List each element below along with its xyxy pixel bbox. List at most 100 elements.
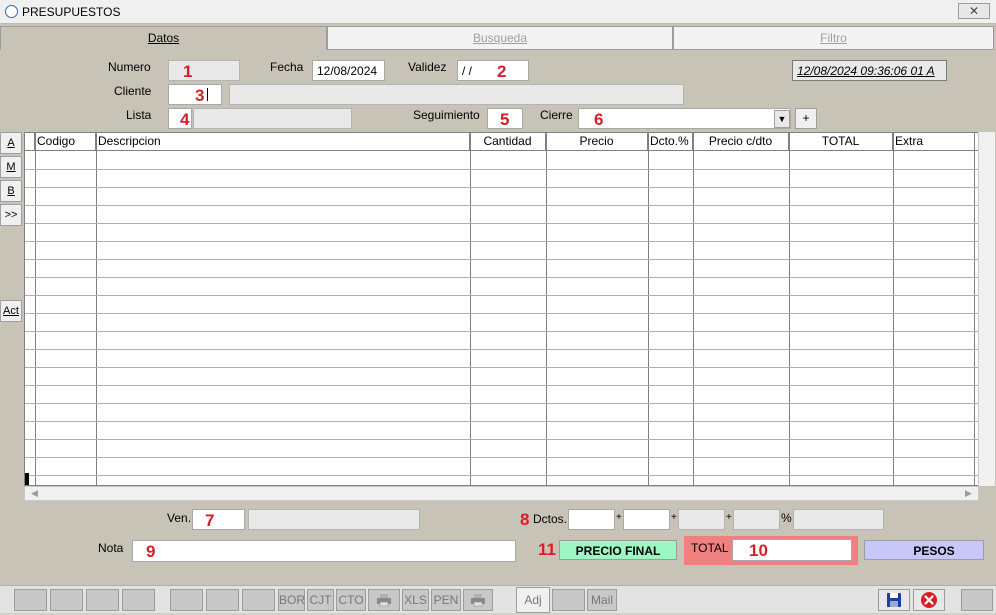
dcto-2-field[interactable] bbox=[623, 509, 670, 530]
grid-col-line bbox=[546, 133, 547, 485]
side-button-a[interactable]: A bbox=[0, 132, 22, 154]
column-header-precio-cdto[interactable]: Precio c/dto bbox=[693, 133, 789, 151]
currency-badge[interactable]: PESOS bbox=[864, 540, 984, 560]
app-icon bbox=[5, 5, 18, 18]
toolbar-button-8[interactable] bbox=[552, 589, 585, 611]
grid-row-line bbox=[25, 475, 978, 476]
items-grid[interactable]: Codigo Descripcion Cantidad Precio Dcto.… bbox=[24, 132, 979, 486]
dcto-1-field[interactable] bbox=[568, 509, 615, 530]
xls-button[interactable]: XLS bbox=[402, 589, 429, 611]
grid-horizontal-scrollbar[interactable]: ◀ ▶ bbox=[24, 486, 979, 501]
side-button-m[interactable]: M bbox=[0, 156, 22, 178]
side-button-a-label: A bbox=[7, 137, 15, 149]
ven-name-field[interactable] bbox=[248, 509, 420, 530]
bor-button[interactable]: BOR bbox=[278, 589, 305, 611]
total-label: TOTAL bbox=[691, 541, 729, 555]
text-cursor bbox=[207, 88, 208, 101]
toolbar-button-4[interactable] bbox=[122, 589, 155, 611]
dcto-3-field[interactable] bbox=[678, 509, 725, 530]
chevron-down-icon[interactable]: ▼ bbox=[774, 110, 790, 128]
tab-filtro[interactable]: Filtro bbox=[673, 26, 994, 50]
toolbar-button-9[interactable] bbox=[961, 589, 993, 611]
printer-icon bbox=[471, 594, 485, 607]
grid-col-line bbox=[470, 133, 471, 485]
numero-field[interactable] bbox=[168, 60, 240, 81]
toolbar-button-6[interactable] bbox=[206, 589, 239, 611]
grid-col-line bbox=[974, 133, 975, 485]
toolbar-button-1[interactable] bbox=[14, 589, 47, 611]
column-header-extra[interactable]: Extra bbox=[893, 133, 974, 151]
pen-button[interactable]: PEN bbox=[431, 589, 461, 611]
cjt-button[interactable]: CJT bbox=[307, 589, 334, 611]
marker-5: 5 bbox=[500, 110, 510, 129]
nota-field[interactable] bbox=[132, 540, 516, 562]
cancel-button[interactable] bbox=[913, 589, 945, 611]
grid-col-line bbox=[648, 133, 649, 485]
fecha-value: 12/08/2024 bbox=[317, 64, 378, 78]
column-header-descripcion[interactable]: Descripcion bbox=[96, 133, 470, 151]
grid-row-line bbox=[25, 439, 978, 440]
marker-11: 11 bbox=[538, 540, 556, 559]
grid-col-line bbox=[693, 133, 694, 485]
scroll-left-icon[interactable]: ◀ bbox=[31, 488, 38, 499]
column-header-cantidad[interactable]: Cantidad bbox=[470, 133, 546, 151]
timestamp-value: 12/08/2024 09:36:06 01 A bbox=[797, 64, 935, 78]
toolbar-button-7[interactable] bbox=[242, 589, 275, 611]
numero-label: Numero bbox=[108, 60, 151, 74]
fecha-label: Fecha bbox=[270, 60, 304, 74]
lista-label: Lista bbox=[126, 108, 152, 122]
grid-row-line bbox=[25, 385, 978, 386]
validez-label: Validez bbox=[408, 60, 447, 74]
toolbar-button-3[interactable] bbox=[86, 589, 119, 611]
adj-button[interactable]: Adj bbox=[516, 587, 550, 613]
grid-row-line bbox=[25, 241, 978, 242]
ven-code-field[interactable] bbox=[192, 509, 245, 530]
validez-field[interactable]: / / bbox=[457, 60, 529, 81]
print-button[interactable] bbox=[368, 589, 400, 611]
print-2-button[interactable] bbox=[463, 589, 493, 611]
precio-final-badge[interactable]: PRECIO FINAL bbox=[559, 540, 677, 560]
marker-10: 10 bbox=[749, 541, 768, 560]
toolbar-button-2[interactable] bbox=[50, 589, 83, 611]
grid-row-selector-header bbox=[25, 133, 35, 151]
side-button-act[interactable]: Act bbox=[0, 300, 22, 322]
fecha-field[interactable]: 12/08/2024 bbox=[312, 60, 385, 81]
dcto-percent: % bbox=[781, 511, 792, 525]
tab-datos[interactable]: Datos bbox=[0, 26, 327, 50]
marker-7: 7 bbox=[205, 511, 215, 530]
ven-label: Ven. bbox=[167, 511, 192, 525]
toolbar-button-5[interactable] bbox=[170, 589, 203, 611]
grid-row-line bbox=[25, 349, 978, 350]
grid-row-line bbox=[25, 367, 978, 368]
grid-row-line bbox=[25, 223, 978, 224]
close-window-button[interactable]: ✕ bbox=[958, 3, 990, 19]
column-header-total[interactable]: TOTAL bbox=[789, 133, 893, 151]
title-bar bbox=[0, 0, 996, 24]
cto-button[interactable]: CTO bbox=[336, 589, 366, 611]
side-button-more[interactable]: >> bbox=[0, 204, 22, 226]
scroll-right-icon[interactable]: ▶ bbox=[965, 488, 972, 499]
add-cierre-button[interactable]: + bbox=[795, 108, 817, 129]
tab-busqueda[interactable]: Busqueda bbox=[327, 26, 673, 50]
dctos-label: Dctos. bbox=[533, 512, 568, 526]
side-button-b[interactable]: B bbox=[0, 180, 22, 202]
grid-vertical-scrollbar[interactable] bbox=[978, 132, 995, 486]
dcto-4-field[interactable] bbox=[733, 509, 780, 530]
grid-row-line bbox=[25, 403, 978, 404]
save-button[interactable] bbox=[878, 589, 910, 611]
grid-row-indicator bbox=[25, 473, 29, 485]
mail-button[interactable]: Mail bbox=[587, 589, 617, 611]
cliente-name-field[interactable] bbox=[229, 84, 684, 105]
grid-row-line bbox=[25, 187, 978, 188]
cierre-dropdown[interactable] bbox=[578, 108, 791, 129]
column-header-precio[interactable]: Precio bbox=[546, 133, 648, 151]
lista-name-field[interactable] bbox=[193, 108, 352, 129]
grid-row-line bbox=[25, 295, 978, 296]
side-button-b-label: B bbox=[7, 185, 15, 197]
column-header-codigo[interactable]: Codigo bbox=[35, 133, 96, 151]
dcto-plus-1: + bbox=[616, 512, 622, 523]
column-header-dcto[interactable]: Dcto.% bbox=[648, 133, 693, 151]
floppy-disk-icon bbox=[887, 593, 901, 607]
grid-row-line bbox=[25, 259, 978, 260]
dcto-total-field[interactable] bbox=[793, 509, 884, 530]
